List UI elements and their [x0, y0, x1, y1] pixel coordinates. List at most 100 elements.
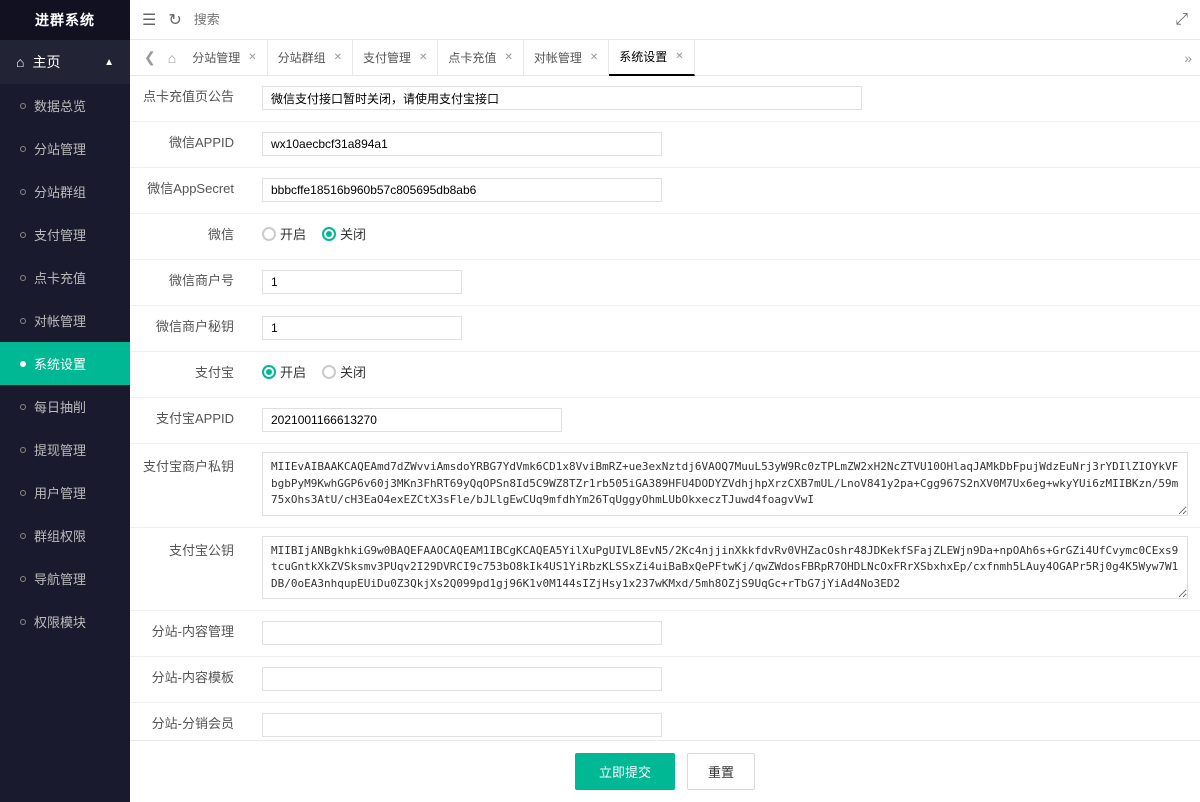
tabs-nav-home[interactable]: ⌂: [162, 50, 182, 66]
form-row-notice: 点卡充值页公告: [130, 76, 1200, 122]
tab-label: 对帐管理: [534, 49, 582, 66]
tab-system[interactable]: 系统设置 ✕: [609, 40, 694, 76]
alipay-radio-open[interactable]: 开启: [262, 362, 306, 381]
tab-label: 系统设置: [619, 48, 667, 65]
tab-close-icon[interactable]: ✕: [504, 52, 512, 63]
sidebar-item-perm-module[interactable]: 权限模块: [0, 600, 130, 643]
input-branch-sub-member[interactable]: [262, 713, 662, 737]
input-branch-content-template[interactable]: [262, 667, 662, 691]
tab-payment[interactable]: 支付管理 ✕: [353, 40, 438, 76]
sidebar-item-label: 数据总览: [34, 96, 86, 115]
form-row-wechat-merchant-key: 微信商户秘钥: [130, 306, 1200, 352]
sidebar-item-branch[interactable]: 分站管理: [0, 127, 130, 170]
value-alipay-appid: [250, 398, 1200, 442]
main-area: ☰ ↻ ⤢ ❮ ⌂ 分站管理 ✕ 分站群组 ✕ 支付管理 ✕ 点卡充值 ✕ 对帐…: [130, 0, 1200, 802]
tab-account[interactable]: 对帐管理 ✕: [524, 40, 609, 76]
tab-branch-group[interactable]: 分站群组 ✕: [268, 40, 353, 76]
sidebar-item-overview[interactable]: 数据总览: [0, 84, 130, 127]
tab-close-icon[interactable]: ✕: [334, 52, 342, 63]
tab-label: 支付管理: [363, 49, 411, 66]
form-row-alipay-private-key: 支付宝商户私钥 MIIEvAIBAAKCAQEAmd7dZWvviAmsdoYR…: [130, 444, 1200, 528]
value-branch-content-template: [250, 657, 1200, 701]
tab-close-icon[interactable]: ✕: [590, 52, 598, 63]
content-area: 点卡充值页公告 微信APPID 微信AppSecret: [130, 76, 1200, 802]
tab-close-icon[interactable]: ✕: [419, 52, 427, 63]
sidebar-item-group-perms[interactable]: 群组权限: [0, 514, 130, 557]
input-wechat-appsecret[interactable]: [262, 178, 662, 202]
value-wechat-appsecret: [250, 168, 1200, 212]
tab-topup[interactable]: 点卡充值 ✕: [438, 40, 523, 76]
input-branch-content-mgmt[interactable]: [262, 621, 662, 645]
sidebar-item-label: 群组权限: [34, 526, 86, 545]
sidebar-item-label: 支付管理: [34, 225, 86, 244]
wechat-radio-open[interactable]: 开启: [262, 224, 306, 243]
tabs-nav-left[interactable]: ❮: [138, 49, 162, 66]
wechat-radio-close[interactable]: 关闭: [322, 224, 366, 243]
value-alipay-public-key: MIIBIjANBgkhkiG9w0BAQEFAAOCAQEAM1IBCgKCA…: [250, 528, 1200, 611]
app-title: 进群系统: [0, 0, 130, 40]
radio-circle-close: [322, 365, 336, 379]
submit-button[interactable]: 立即提交: [575, 753, 675, 790]
form-row-branch-content-template: 分站-内容模板: [130, 657, 1200, 703]
sidebar-item-label: 点卡充值: [34, 268, 86, 287]
sidebar-item-label: 导航管理: [34, 569, 86, 588]
wechat-radio-group: 开启 关闭: [262, 224, 366, 243]
sidebar-item-label: 对帐管理: [34, 311, 86, 330]
radio-circle-close: [322, 227, 336, 241]
label-branch-content-template: 分站-内容模板: [130, 657, 250, 699]
home-icon: ⌂: [16, 54, 24, 70]
radio-label-open: 开启: [280, 362, 306, 381]
nav-dot-icon: [20, 619, 26, 625]
nav-dot-icon: [20, 361, 26, 367]
nav-dot-icon: [20, 533, 26, 539]
form-row-wechat-merchant-id: 微信商户号: [130, 260, 1200, 306]
form-row-alipay-appid: 支付宝APPID: [130, 398, 1200, 444]
label-wechat-switch: 微信: [130, 214, 250, 256]
label-branch-content-mgmt: 分站-内容管理: [130, 611, 250, 653]
sidebar-item-topup[interactable]: 点卡充值: [0, 256, 130, 299]
form-row-wechat-appid: 微信APPID: [130, 122, 1200, 168]
sidebar-nav: 数据总览 分站管理 分站群组 支付管理 点卡充值 对帐管理 系统设置 每日抽削: [0, 84, 130, 643]
sidebar-item-system[interactable]: 系统设置: [0, 342, 130, 385]
refresh-icon[interactable]: ↻: [168, 10, 181, 30]
radio-label-close: 关闭: [340, 362, 366, 381]
sidebar-item-withdraw[interactable]: 提现管理: [0, 428, 130, 471]
label-alipay-switch: 支付宝: [130, 352, 250, 394]
label-wechat-appid: 微信APPID: [130, 122, 250, 164]
sidebar-item-payment[interactable]: 支付管理: [0, 213, 130, 256]
sidebar-main-label: 主页: [32, 52, 60, 72]
radio-label-close: 关闭: [340, 224, 366, 243]
tab-close-icon[interactable]: ✕: [675, 51, 683, 62]
nav-dot-icon: [20, 146, 26, 152]
input-wechat-merchant-key[interactable]: [262, 316, 462, 340]
form-row-alipay-public-key: 支付宝公钥 MIIBIjANBgkhkiG9w0BAQEFAAOCAQEAM1I…: [130, 528, 1200, 612]
chevron-up-icon: ▲: [104, 57, 114, 68]
input-alipay-appid[interactable]: [262, 408, 562, 432]
sidebar-item-nav-mgmt[interactable]: 导航管理: [0, 557, 130, 600]
sidebar-item-label: 系统设置: [34, 354, 86, 373]
form-container: 点卡充值页公告 微信APPID 微信AppSecret: [130, 76, 1200, 802]
label-wechat-merchant-key: 微信商户秘钥: [130, 306, 250, 348]
sidebar-item-branch-group[interactable]: 分站群组: [0, 170, 130, 213]
label-branch-sub-member: 分站-分销会员: [130, 703, 250, 745]
sidebar-main-home[interactable]: ⌂ 主页 ▲: [0, 40, 130, 84]
expand-icon[interactable]: ⤢: [1175, 11, 1188, 29]
sidebar-item-label: 分站管理: [34, 139, 86, 158]
input-wechat-merchant-id[interactable]: [262, 270, 462, 294]
textarea-alipay-private-key[interactable]: MIIEvAIBAAKCAQEAmd7dZWvviAmsdoYRBG7YdVmk…: [262, 452, 1188, 516]
sidebar-item-daily-draw[interactable]: 每日抽削: [0, 385, 130, 428]
sidebar-item-account[interactable]: 对帐管理: [0, 299, 130, 342]
reset-button[interactable]: 重置: [687, 753, 755, 790]
input-notice[interactable]: [262, 86, 862, 110]
input-wechat-appid[interactable]: [262, 132, 662, 156]
alipay-radio-close[interactable]: 关闭: [322, 362, 366, 381]
sidebar-item-users[interactable]: 用户管理: [0, 471, 130, 514]
search-input[interactable]: [194, 12, 314, 27]
menu-icon[interactable]: ☰: [142, 10, 156, 30]
tab-label: 点卡充值: [448, 49, 496, 66]
textarea-alipay-public-key[interactable]: MIIBIjANBgkhkiG9w0BAQEFAAOCAQEAM1IBCgKCA…: [262, 536, 1188, 600]
tabs-expand-icon[interactable]: »: [1184, 50, 1192, 66]
form-row-branch-content-mgmt: 分站-内容管理: [130, 611, 1200, 657]
tab-branch[interactable]: 分站管理 ✕: [182, 40, 267, 76]
tab-close-icon[interactable]: ✕: [248, 52, 256, 63]
